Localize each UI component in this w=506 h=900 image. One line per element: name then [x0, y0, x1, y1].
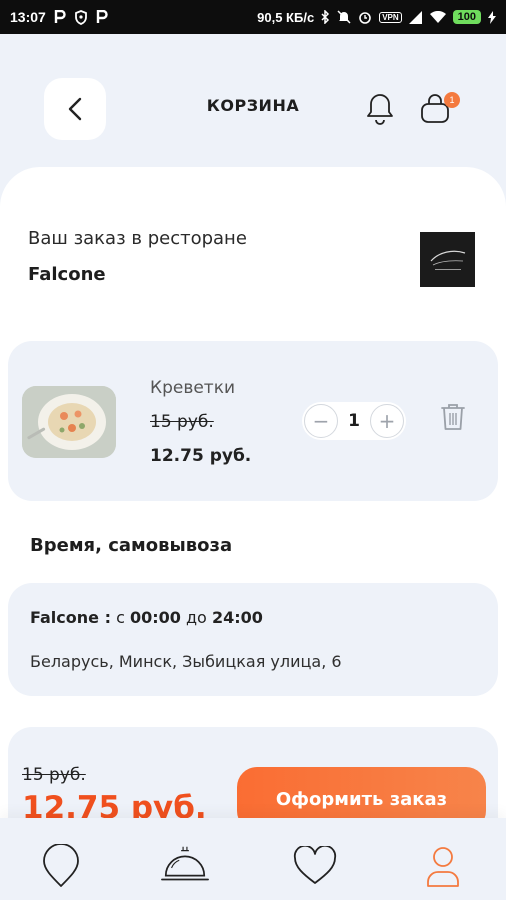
restaurant-name: Falcone [28, 264, 106, 285]
item-price: 12.75 руб. [150, 446, 252, 466]
bell-icon [367, 94, 393, 125]
quantity-stepper: − 1 + [302, 402, 406, 440]
pickup-to-word: до [185, 608, 207, 627]
alarm-icon [358, 10, 372, 24]
mute-icon [337, 10, 351, 24]
quantity-value: 1 [348, 411, 360, 431]
pickup-from-word: с [116, 608, 125, 627]
total-old-price: 15 руб. [22, 765, 86, 785]
bottom-tab-bar [0, 818, 506, 900]
order-label: Ваш заказ в ресторане [28, 228, 247, 249]
vpn-badge: VPN [379, 11, 402, 23]
shield-icon [74, 9, 88, 25]
charging-icon [488, 10, 496, 24]
pickup-restaurant: Falcone : [30, 608, 111, 627]
status-bar: 13:07 90,5 КБ/с VPN 100 [0, 0, 506, 34]
remove-item-button[interactable] [440, 402, 466, 436]
profile-icon [427, 847, 459, 887]
header: КОРЗИНА 1 [0, 34, 506, 174]
pickup-hours: Falcone : с 00:00 до 24:00 [30, 608, 263, 627]
restaurant-logo [420, 232, 475, 287]
tab-restaurants[interactable] [160, 842, 210, 890]
tab-map[interactable] [36, 842, 86, 890]
notifications-button[interactable] [364, 92, 396, 130]
parking-app-icon-2 [96, 10, 108, 24]
trash-icon [441, 404, 465, 430]
wifi-icon [429, 11, 446, 23]
pickup-close-time: 24:00 [211, 608, 263, 627]
parking-app-icon [54, 10, 66, 24]
cart-count-badge: 1 [444, 92, 460, 108]
item-name: Креветки [150, 378, 236, 398]
bluetooth-icon [321, 10, 330, 24]
map-pin-icon [43, 844, 79, 887]
pickup-card [8, 583, 498, 696]
pickup-open-time: 00:00 [129, 608, 181, 627]
decrease-quantity-button[interactable]: − [304, 404, 338, 438]
heart-icon [293, 846, 337, 884]
pickup-title: Время, самовывоза [30, 535, 233, 556]
network-speed: 90,5 КБ/с [257, 9, 315, 25]
status-time: 13:07 [10, 9, 46, 25]
battery-indicator: 100 [452, 10, 481, 24]
item-old-price: 15 руб. [150, 412, 214, 432]
dish-image [22, 386, 116, 458]
tab-profile[interactable] [418, 842, 468, 890]
cloche-icon [161, 846, 209, 881]
pickup-address: Беларусь, Минск, Зыбицкая улица, 6 [30, 652, 342, 671]
increase-quantity-button[interactable]: + [370, 404, 404, 438]
signal-icon [408, 10, 423, 24]
tab-favorites[interactable] [290, 842, 340, 890]
